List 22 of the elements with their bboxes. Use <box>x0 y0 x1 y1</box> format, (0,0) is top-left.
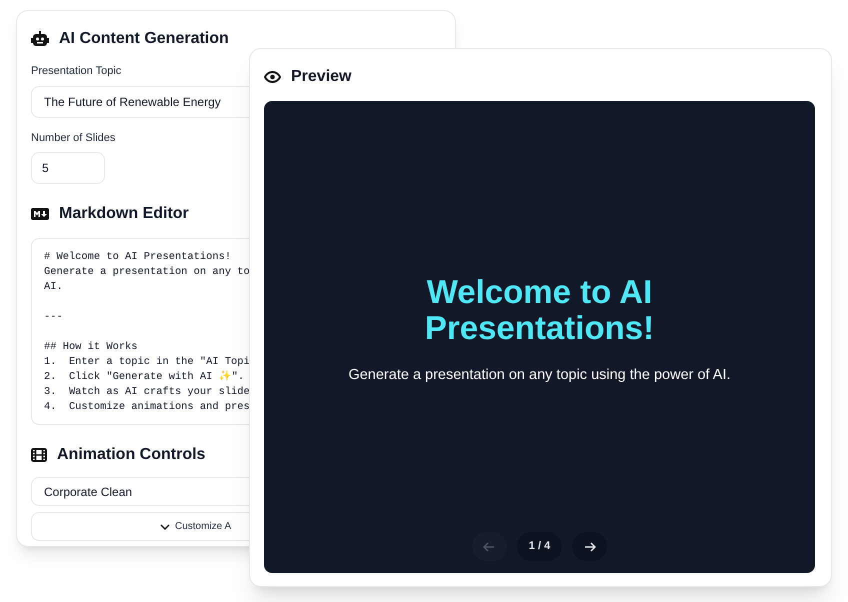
code-line: 2. Click "Generate with AI ✨". <box>44 370 244 385</box>
section-heading: AI Content Generation <box>59 29 229 49</box>
preset-select[interactable]: Corporate Clean <box>31 477 249 506</box>
customize-button[interactable]: Customize A <box>31 512 249 541</box>
code-line: ## How it Works <box>44 340 138 355</box>
slide-text: Generate a presentation on any topic using the power of AI. <box>348 366 731 385</box>
section-heading: Animation Controls <box>57 445 206 465</box>
code-line: --- <box>44 310 63 325</box>
field-label: Number of Slides <box>31 130 116 146</box>
section-heading: Preview <box>291 67 352 87</box>
slide-counter: 1 / 4 <box>516 532 562 561</box>
code-line: # Welcome to AI Presentations! <box>44 250 232 265</box>
code-line: AI. <box>44 280 63 295</box>
code-line: 3. Watch as AI crafts your slide <box>44 385 250 400</box>
slides-field[interactable]: 5 <box>31 152 105 184</box>
section-heading: Markdown Editor <box>59 204 189 224</box>
topic-field[interactable]: The Future of Renewable Energy <box>31 86 249 118</box>
code-line: Generate a presentation on any to <box>44 265 250 280</box>
field-label: Presentation Topic <box>31 64 122 79</box>
code-line: 4. Customize animations and pres <box>44 400 250 415</box>
code-line: 1. Enter a topic in the "AI Topi <box>44 355 250 370</box>
slide-title: Welcome to AI Presentations! <box>424 274 656 346</box>
